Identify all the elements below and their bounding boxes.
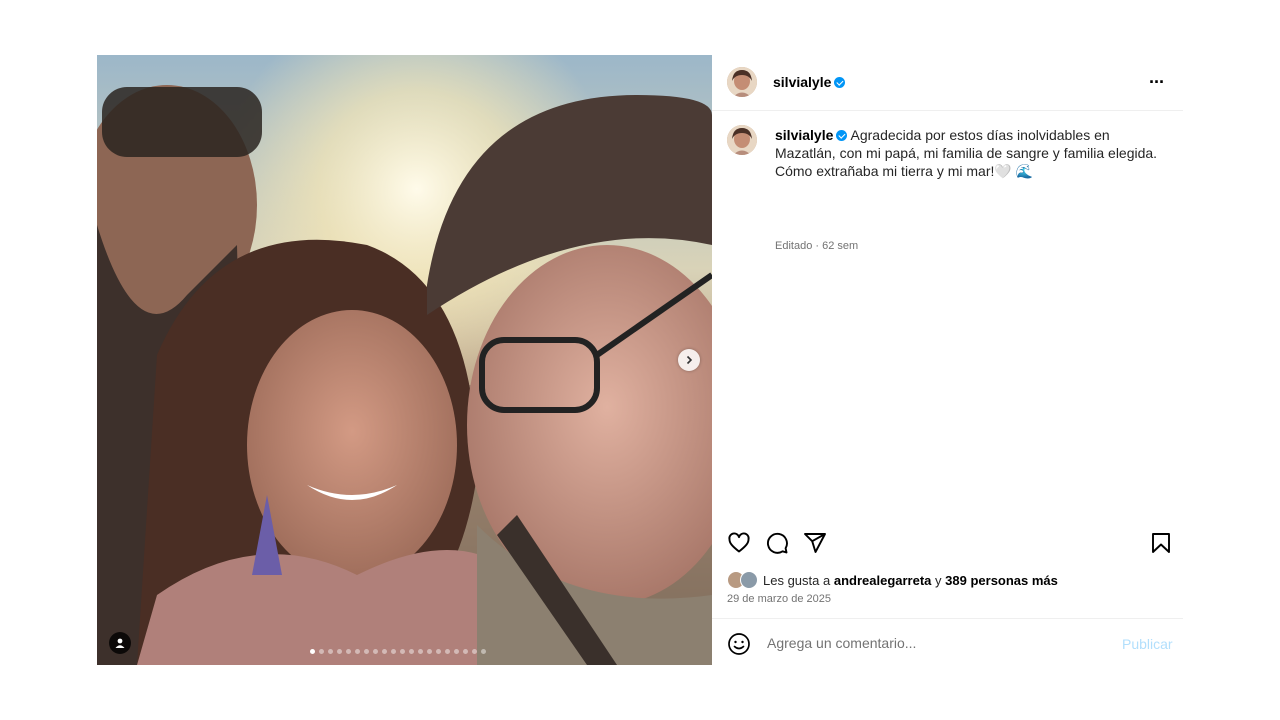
carousel-dot (355, 649, 360, 654)
likes-summary: Les gusta a andrealegarreta y 389 person… (727, 571, 1058, 589)
username-link[interactable]: silvialyle (773, 74, 846, 90)
action-bar (712, 528, 1183, 558)
avatar-image (727, 125, 757, 155)
likes-prefix: Les gusta a (763, 572, 831, 588)
chevron-right-icon (686, 355, 693, 365)
edited-timestamp[interactable]: Editado · 62 sem (775, 240, 858, 252)
avatar[interactable] (727, 67, 757, 97)
user-tag-button[interactable] (109, 632, 131, 654)
carousel-dot (346, 649, 351, 654)
post-side-panel: silvialyle ··· silvialyle Agradecida por… (712, 55, 1183, 665)
verified-badge-icon (834, 77, 846, 88)
carousel-dot (481, 649, 486, 654)
carousel-dot (436, 649, 441, 654)
verified-badge-icon (836, 130, 848, 141)
likes-join: y (935, 572, 942, 588)
carousel-dot (427, 649, 432, 654)
comment-bar: Publicar (712, 618, 1183, 666)
caption-text: silvialyle Agradecida por estos días ino… (775, 126, 1165, 180)
carousel-dot (409, 649, 414, 654)
carousel-dot (463, 649, 468, 654)
user-tag-icon (115, 638, 125, 648)
likes-user-link[interactable]: andrealegarreta (834, 573, 932, 588)
publish-button[interactable]: Publicar (1122, 636, 1173, 652)
heart-icon[interactable] (727, 531, 751, 555)
carousel-dot (310, 649, 315, 654)
emoji-icon[interactable] (727, 632, 751, 656)
liker-avatar (740, 571, 758, 589)
bookmark-icon[interactable] (1149, 531, 1173, 555)
share-icon[interactable] (803, 531, 827, 555)
likes-others-link[interactable]: 389 personas más (945, 573, 1058, 588)
avatar-image (727, 67, 757, 97)
carousel-dot (364, 649, 369, 654)
caption-emojis: 🤍 🌊 (994, 163, 1034, 179)
avatar[interactable] (727, 125, 757, 155)
carousel-dot (472, 649, 477, 654)
post-header: silvialyle ··· (712, 55, 1183, 111)
carousel-dot (328, 649, 333, 654)
carousel-indicator (310, 649, 486, 654)
carousel-dot (382, 649, 387, 654)
carousel-dot (319, 649, 324, 654)
carousel-dot (418, 649, 423, 654)
carousel-dot (373, 649, 378, 654)
more-options-icon[interactable]: ··· (1149, 72, 1165, 93)
carousel-dot (445, 649, 450, 654)
carousel-dot (454, 649, 459, 654)
instagram-post: silvialyle ··· silvialyle Agradecida por… (97, 55, 1183, 665)
carousel-dot (400, 649, 405, 654)
carousel-dot (391, 649, 396, 654)
selfie-image (97, 55, 712, 665)
post-photo[interactable] (97, 55, 712, 665)
carousel-dot (337, 649, 342, 654)
caption-username[interactable]: silvialyle (775, 127, 848, 143)
next-photo-button[interactable] (678, 349, 700, 371)
post-date[interactable]: 29 de marzo de 2025 (727, 593, 831, 605)
comment-icon[interactable] (765, 531, 789, 555)
comment-input[interactable] (765, 634, 1099, 652)
